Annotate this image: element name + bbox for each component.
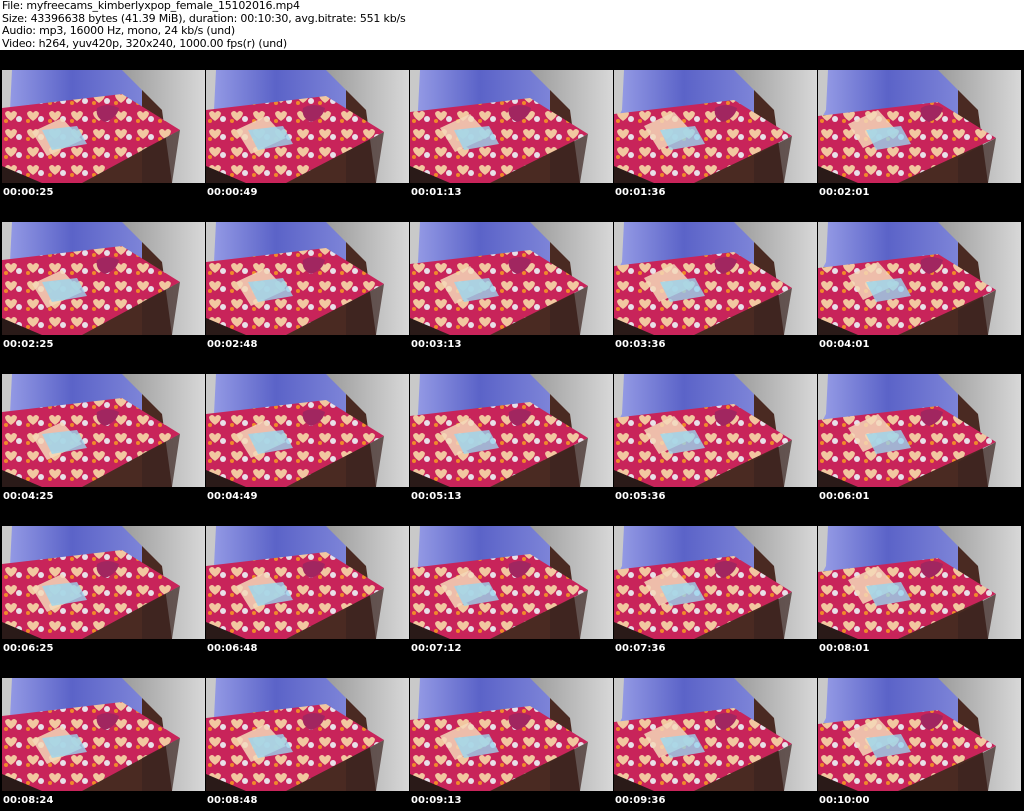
thumbnail-timestamp: 00:00:49 (207, 187, 258, 198)
audio-info-line: Audio: mp3, 16000 Hz, mono, 24 kb/s (und… (2, 24, 235, 37)
thumbnail-frame-image (614, 526, 817, 639)
thumbnail: 00:01:13 (410, 70, 613, 202)
thumbnail-frame-image (818, 222, 1021, 335)
thumbnail: 00:02:48 (206, 222, 409, 354)
thumbnail: 00:01:36 (614, 70, 817, 202)
thumbnail-frame-image (2, 374, 205, 487)
thumbnail-frame-image (614, 374, 817, 487)
thumbnail-frame-image (206, 678, 409, 791)
thumbnail-timestamp: 00:02:01 (819, 187, 870, 198)
thumbnail-frame-image (2, 678, 205, 791)
thumbnail-frame-image (206, 526, 409, 639)
thumbnail-frame-image (2, 222, 205, 335)
thumbnail: 00:08:01 (818, 526, 1021, 658)
thumbnail: 00:10:00 (818, 678, 1021, 810)
thumbnail-frame-image (206, 222, 409, 335)
thumbnail-frame-image (818, 678, 1021, 791)
thumbnail: 00:05:36 (614, 374, 817, 506)
thumbnail: 00:05:13 (410, 374, 613, 506)
thumbnail-frame-image (614, 70, 817, 183)
thumbnail-timestamp: 00:07:36 (615, 643, 666, 654)
thumbnail: 00:04:25 (2, 374, 205, 506)
thumbnail-frame-image (614, 222, 817, 335)
thumbnail-timestamp: 00:01:13 (411, 187, 462, 198)
thumbnail-timestamp: 00:03:36 (615, 339, 666, 350)
thumbnail-frame-image (2, 70, 205, 183)
thumbnail-timestamp: 00:02:48 (207, 339, 258, 350)
file-info-header: File: myfreecams_kimberlyxpop_female_151… (0, 0, 1024, 50)
thumbnail-timestamp: 00:08:48 (207, 795, 258, 806)
thumbnail-timestamp: 00:00:25 (3, 187, 54, 198)
thumbnail: 00:02:01 (818, 70, 1021, 202)
thumbnail: 00:09:36 (614, 678, 817, 810)
thumbnail-timestamp: 00:04:01 (819, 339, 870, 350)
thumbnail: 00:09:13 (410, 678, 613, 810)
thumbnail: 00:00:49 (206, 70, 409, 202)
thumbnail-timestamp: 00:08:24 (3, 795, 54, 806)
thumbnail-frame-image (818, 374, 1021, 487)
thumbnail-timestamp: 00:09:36 (615, 795, 666, 806)
thumbnail-timestamp: 00:01:36 (615, 187, 666, 198)
thumbnail-timestamp: 00:06:01 (819, 491, 870, 502)
thumbnail-timestamp: 00:06:48 (207, 643, 258, 654)
thumbnail-frame-image (614, 678, 817, 791)
thumbnail: 00:04:49 (206, 374, 409, 506)
thumbnail-timestamp: 00:04:25 (3, 491, 54, 502)
thumbnail: 00:03:36 (614, 222, 817, 354)
thumbnail-timestamp: 00:06:25 (3, 643, 54, 654)
thumbnail-frame-image (410, 374, 613, 487)
thumbnail: 00:07:36 (614, 526, 817, 658)
thumbnail-frame-image (206, 374, 409, 487)
thumbnail: 00:06:01 (818, 374, 1021, 506)
thumbnail-timestamp: 00:03:13 (411, 339, 462, 350)
thumbnail: 00:07:12 (410, 526, 613, 658)
thumbnail-frame-image (410, 678, 613, 791)
video-info-line: Video: h264, yuv420p, 320x240, 1000.00 f… (2, 36, 287, 50)
file-name-line: File: myfreecams_kimberlyxpop_female_151… (2, 0, 300, 12)
thumbnail: 00:03:13 (410, 222, 613, 354)
thumbnail: 00:08:24 (2, 678, 205, 810)
thumbnail-frame-image (818, 70, 1021, 183)
thumbnail-timestamp: 00:10:00 (819, 795, 870, 806)
thumbnail-timestamp: 00:05:13 (411, 491, 462, 502)
thumbnail-timestamp: 00:02:25 (3, 339, 54, 350)
thumbnail-frame-image (206, 70, 409, 183)
thumbnail-timestamp: 00:09:13 (411, 795, 462, 806)
thumbnail-timestamp: 00:04:49 (207, 491, 258, 502)
thumbnail: 00:08:48 (206, 678, 409, 810)
thumbnail-frame-image (2, 526, 205, 639)
thumbnail-frame-image (818, 526, 1021, 639)
thumbnail-frame-image (410, 70, 613, 183)
thumbnail-timestamp: 00:08:01 (819, 643, 870, 654)
thumbnail-frame-image (410, 526, 613, 639)
thumbnail-timestamp: 00:07:12 (411, 643, 462, 654)
thumbnail-grid: 00:00:25 00:00:49 00:01:13 00:01:36 00:0… (0, 50, 1024, 811)
thumbnail-timestamp: 00:05:36 (615, 491, 666, 502)
thumbnail: 00:06:48 (206, 526, 409, 658)
thumbnail: 00:00:25 (2, 70, 205, 202)
thumbnail: 00:02:25 (2, 222, 205, 354)
thumbnail: 00:04:01 (818, 222, 1021, 354)
thumbnail-frame-image (410, 222, 613, 335)
thumbnail: 00:06:25 (2, 526, 205, 658)
